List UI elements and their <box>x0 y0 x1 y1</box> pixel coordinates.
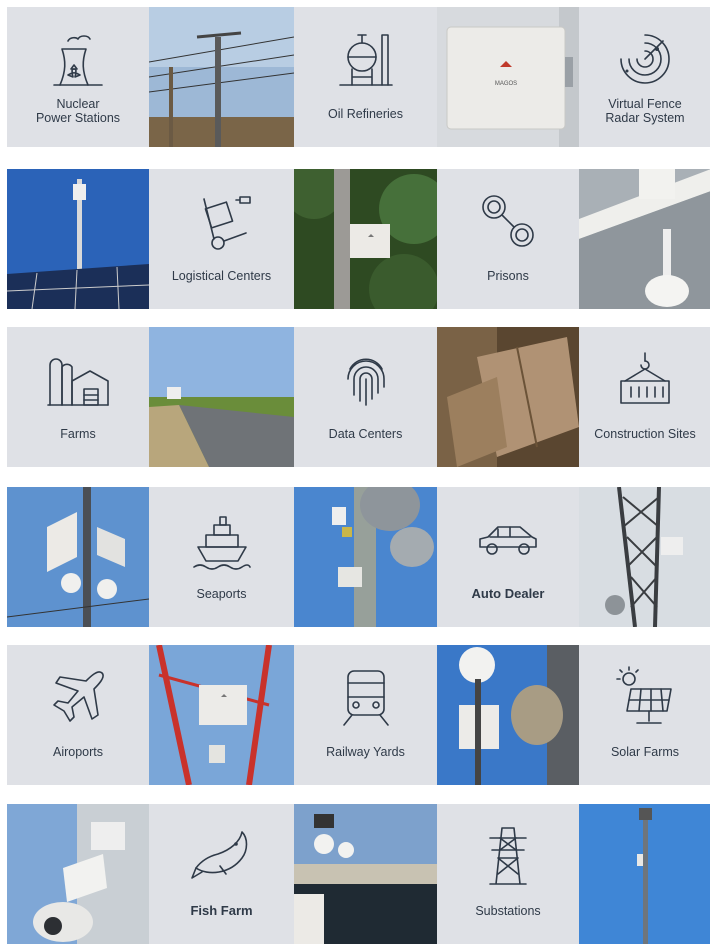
tile-label: Railway Yards <box>326 745 405 759</box>
tile-label: Prisons <box>487 269 529 283</box>
photo-solar-mast <box>7 169 149 309</box>
solar-panel-icon <box>613 665 677 729</box>
tile-substations[interactable]: Substations <box>437 804 579 944</box>
tile-farms[interactable]: Farms <box>7 327 149 467</box>
tile-seaports[interactable]: Seaports <box>149 487 294 627</box>
tile-nuclear[interactable]: Nuclear Power Stations <box>7 7 149 147</box>
tile-solar[interactable]: Solar Farms <box>579 645 710 785</box>
handcuffs-icon <box>476 189 540 253</box>
photo-pole-wires <box>149 7 294 147</box>
fingerprint-icon <box>334 347 398 411</box>
photo-wooden-crate <box>437 327 579 467</box>
tile-airports[interactable]: Airoports <box>7 645 149 785</box>
photo-antenna-pole <box>294 487 437 627</box>
photo-wall-cameras <box>7 804 149 944</box>
farm-barn-icon <box>46 347 110 411</box>
tile-label: Substations <box>475 904 541 918</box>
tile-label: Seaports <box>196 587 247 601</box>
tile-construction[interactable]: Construction Sites <box>579 327 710 467</box>
tile-label: Data Centers <box>328 427 403 441</box>
tile-label: Virtual Fence Radar System <box>605 97 685 125</box>
tile-label: Construction Sites <box>594 427 696 441</box>
tile-data-centers[interactable]: Data Centers <box>294 327 437 467</box>
tile-fish-farm[interactable]: Fish Farm <box>149 804 294 944</box>
grid-row: Logistical Centers Prisons <box>7 169 710 309</box>
tile-auto-dealer[interactable]: Auto Dealer <box>437 487 579 627</box>
grid-row: Airoports Railway Yards Solar Farms <box>7 645 710 785</box>
photo-camera-cluster <box>437 645 579 785</box>
photo-field-road <box>149 327 294 467</box>
photo-forest-pole <box>294 169 437 309</box>
tile-label: Oil Refineries <box>327 107 404 121</box>
hand-truck-icon <box>190 189 254 253</box>
tile-logistics[interactable]: Logistical Centers <box>149 169 294 309</box>
photo-radar-device: MAGOS <box>437 7 579 147</box>
tile-label: Fish Farm <box>190 903 253 918</box>
tile-radar[interactable]: Virtual Fence Radar System <box>579 7 710 147</box>
fish-icon <box>190 824 254 888</box>
photo-lattice-tower <box>579 487 710 627</box>
tile-prisons[interactable]: Prisons <box>437 169 579 309</box>
device-brand-text: MAGOS <box>495 81 517 87</box>
tile-label: Logistical Centers <box>171 269 272 283</box>
photo-lake-cameras <box>294 804 437 944</box>
photo-pole-cameras <box>7 487 149 627</box>
train-icon <box>334 665 398 729</box>
tile-oil-refineries[interactable]: Oil Refineries <box>294 7 437 147</box>
photo-roof-camera <box>579 169 710 309</box>
crane-container-icon <box>613 347 677 411</box>
tile-label: Nuclear Power Stations <box>35 97 121 125</box>
tile-label: Auto Dealer <box>471 586 545 601</box>
nuclear-plant-icon <box>46 27 110 91</box>
power-tower-icon <box>476 824 540 888</box>
grid-row: Seaports Auto Dealer <box>7 487 710 627</box>
grid-row: Nuclear Power Stations Oil Refineries MA… <box>7 7 710 147</box>
photo-red-tower <box>149 645 294 785</box>
tile-railway[interactable]: Railway Yards <box>294 645 437 785</box>
tile-label: Airoports <box>52 745 104 759</box>
tile-label: Solar Farms <box>610 745 680 759</box>
oil-refinery-icon <box>334 27 398 91</box>
grid-row: Fish Farm Substations <box>7 804 710 944</box>
car-icon <box>476 507 540 571</box>
tile-label: Farms <box>60 427 96 441</box>
grid-row: Farms Data Centers Construction Sites <box>7 327 710 467</box>
airplane-icon <box>46 665 110 729</box>
radar-icon <box>613 27 677 91</box>
photo-tall-mast <box>579 804 710 944</box>
ship-icon <box>190 507 254 571</box>
